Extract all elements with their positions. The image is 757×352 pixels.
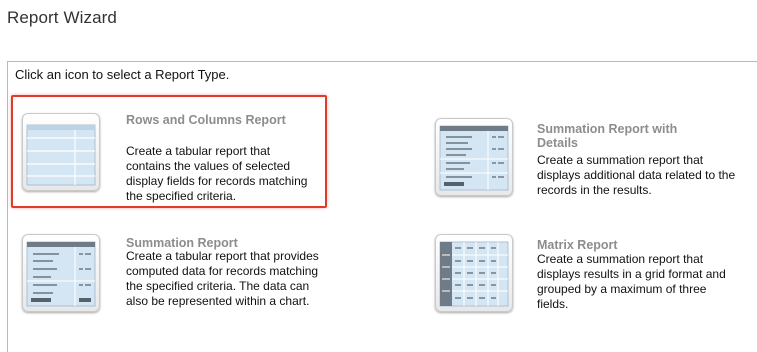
option-title: Summation Report with Details	[537, 122, 678, 150]
instruction-text: Click an icon to select a Report Type.	[15, 67, 230, 82]
summation-details-icon[interactable]	[435, 118, 513, 196]
summation-icon[interactable]	[22, 234, 100, 312]
option-description: Create a tabular report that provides co…	[126, 249, 319, 308]
option-summation-report[interactable]: Summation Report Create a tabular report…	[22, 234, 332, 326]
matrix-icon[interactable]	[435, 234, 513, 312]
page-title: Report Wizard	[7, 8, 117, 27]
selection-highlight	[11, 95, 327, 208]
option-description: Create a summation report that displays …	[537, 153, 736, 197]
option-title: Summation Report	[126, 236, 238, 250]
option-title: Matrix Report	[537, 238, 618, 252]
option-matrix-report[interactable]: Matrix Report Create a summation report …	[435, 234, 745, 314]
option-description: Create a summation report that displays …	[537, 252, 726, 311]
option-summation-report-with-details[interactable]: Summation Report with Details Create a s…	[435, 118, 745, 202]
